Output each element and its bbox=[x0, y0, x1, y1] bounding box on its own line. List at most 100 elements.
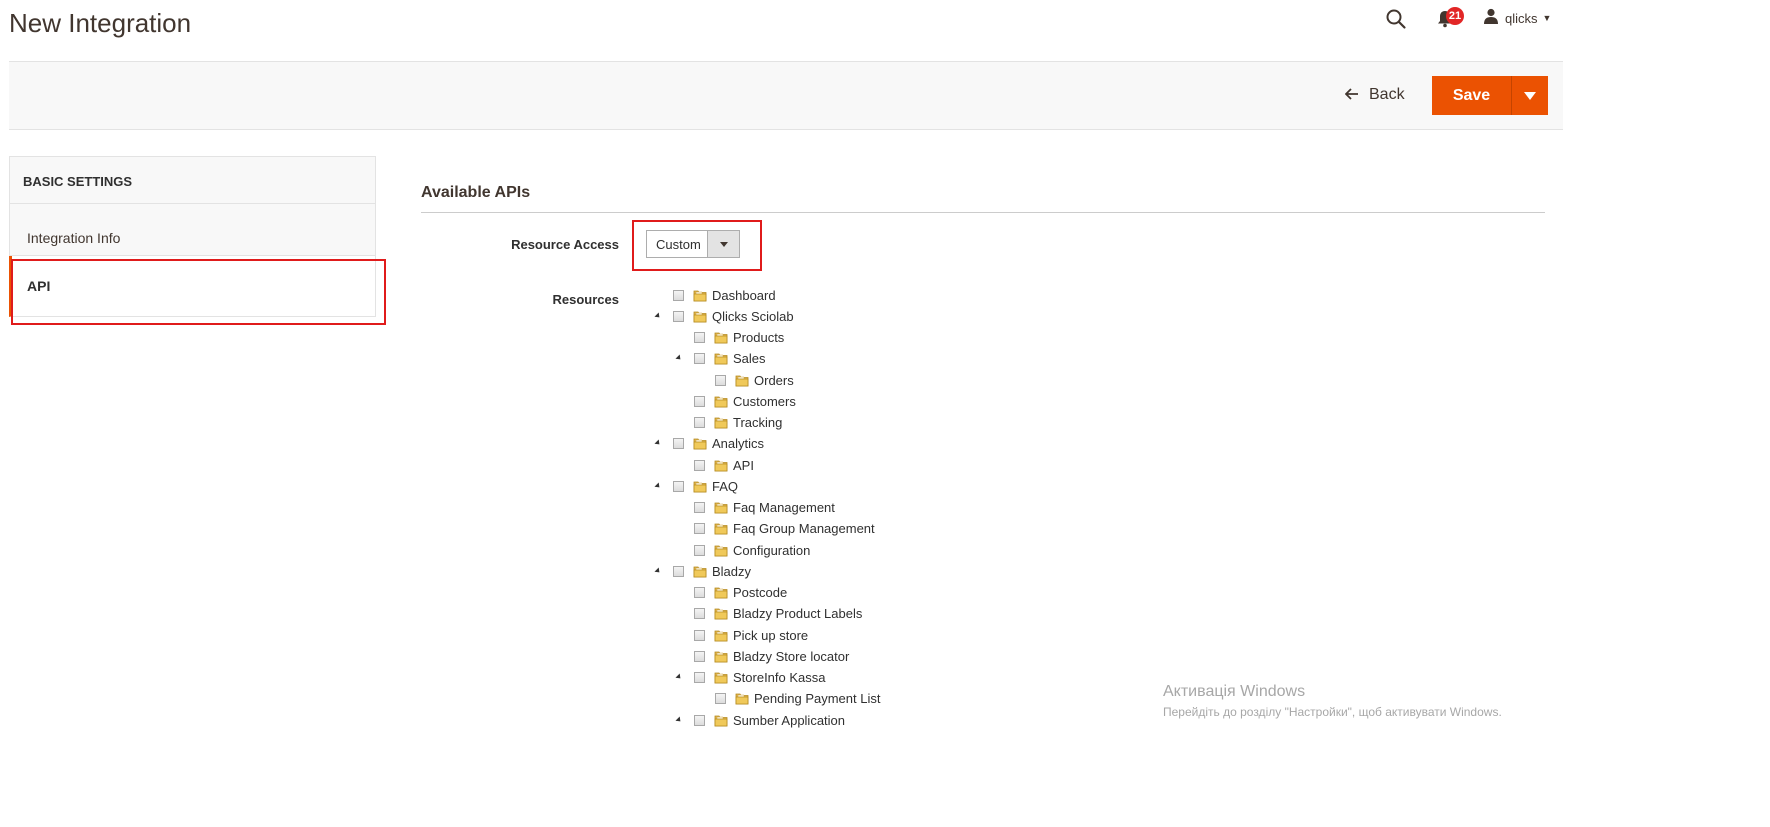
tree-node: Customers bbox=[694, 391, 796, 412]
tree-node-checkbox[interactable] bbox=[673, 311, 684, 322]
tree-node-label[interactable]: StoreInfo Kassa bbox=[733, 670, 826, 685]
tree-node: Pending Payment List bbox=[715, 688, 880, 709]
back-button-label: Back bbox=[1369, 86, 1405, 103]
folder-icon bbox=[714, 352, 728, 365]
tree-node: Analytics bbox=[673, 433, 764, 454]
tree-node-checkbox[interactable] bbox=[673, 566, 684, 577]
tree-node-label[interactable]: Customers bbox=[733, 394, 796, 409]
tree-node-label[interactable]: Sumber Application bbox=[733, 713, 845, 728]
tree-node-checkbox[interactable] bbox=[694, 523, 705, 534]
triangle-down-icon bbox=[1524, 91, 1536, 100]
watermark-subtitle: Перейдіть до розділу "Настройки", щоб ак… bbox=[1163, 705, 1502, 719]
tree-node-label[interactable]: Bladzy bbox=[712, 564, 751, 579]
tree-node-label[interactable]: Orders bbox=[754, 373, 794, 388]
tab-integration-info[interactable]: Integration Info bbox=[9, 204, 376, 256]
back-button[interactable]: Back bbox=[1344, 85, 1405, 105]
save-split-button: Save bbox=[1432, 76, 1548, 115]
tree-node: Orders bbox=[715, 370, 794, 391]
folder-icon bbox=[693, 480, 707, 493]
tree-node-label[interactable]: Postcode bbox=[733, 585, 787, 600]
tree-node-checkbox[interactable] bbox=[694, 587, 705, 598]
tree-node: Dashboard bbox=[673, 285, 776, 306]
tree-node-label[interactable]: Faq Management bbox=[733, 500, 835, 515]
folder-icon bbox=[714, 501, 728, 514]
tree-node-label[interactable]: API bbox=[733, 458, 754, 473]
tree-node-checkbox[interactable] bbox=[694, 545, 705, 556]
folder-icon bbox=[714, 416, 728, 429]
arrow-left-icon bbox=[1344, 85, 1359, 105]
tree-node: Qlicks Sciolab bbox=[673, 306, 794, 327]
resources-label: Resources bbox=[552, 292, 619, 307]
triangle-down-icon bbox=[719, 241, 728, 247]
folder-icon bbox=[714, 714, 728, 727]
tree-node: Bladzy bbox=[673, 561, 751, 582]
resource-access-value: Custom bbox=[656, 237, 701, 252]
tree-node: Sumber Application bbox=[694, 710, 845, 731]
tree-node-label[interactable]: Analytics bbox=[712, 436, 764, 451]
tree-node-label[interactable]: Configuration bbox=[733, 543, 810, 558]
tree-node-checkbox[interactable] bbox=[694, 715, 705, 726]
tree-expand-toggle-icon[interactable] bbox=[675, 354, 683, 362]
tree-node-checkbox[interactable] bbox=[715, 375, 726, 386]
tree-node: Bladzy Store locator bbox=[694, 646, 849, 667]
tree-expand-toggle-icon[interactable] bbox=[654, 439, 662, 447]
folder-icon bbox=[714, 629, 728, 642]
section-divider bbox=[421, 212, 1545, 213]
tree-node-label[interactable]: Sales bbox=[733, 351, 766, 366]
tree-node-checkbox[interactable] bbox=[694, 630, 705, 641]
tree-node-checkbox[interactable] bbox=[694, 332, 705, 343]
tree-node-checkbox[interactable] bbox=[673, 290, 684, 301]
tree-expand-toggle-icon[interactable] bbox=[654, 312, 662, 320]
tree-node-label[interactable]: FAQ bbox=[712, 479, 738, 494]
folder-icon bbox=[714, 607, 728, 620]
user-name: qlicks bbox=[1505, 10, 1538, 26]
tree-expand-toggle-icon[interactable] bbox=[675, 673, 683, 681]
windows-activation-watermark: Активація Windows Перейдіть до розділу "… bbox=[1163, 683, 1502, 719]
tree-node-label[interactable]: Tracking bbox=[733, 415, 782, 430]
tree-node-checkbox[interactable] bbox=[694, 460, 705, 471]
tree-node: API bbox=[694, 455, 754, 476]
tree-node-checkbox[interactable] bbox=[715, 693, 726, 704]
watermark-title: Активація Windows bbox=[1163, 683, 1306, 700]
tree-node-checkbox[interactable] bbox=[694, 502, 705, 513]
tree-node-checkbox[interactable] bbox=[694, 353, 705, 364]
tree-node: StoreInfo Kassa bbox=[694, 667, 826, 688]
tree-expand-toggle-icon[interactable] bbox=[675, 716, 683, 724]
folder-icon bbox=[693, 565, 707, 578]
tree-node: Postcode bbox=[694, 582, 787, 603]
tab-api[interactable]: API bbox=[9, 256, 376, 317]
tree-node-checkbox[interactable] bbox=[673, 438, 684, 449]
tree-expand-toggle-icon[interactable] bbox=[654, 482, 662, 490]
tree-expand-toggle-icon[interactable] bbox=[654, 567, 662, 575]
tree-node-label[interactable]: Pending Payment List bbox=[754, 691, 880, 706]
tree-node-checkbox[interactable] bbox=[694, 608, 705, 619]
tree-node: Tracking bbox=[694, 412, 782, 433]
tree-node-checkbox[interactable] bbox=[694, 651, 705, 662]
tree-node-label[interactable]: Products bbox=[733, 330, 784, 345]
folder-icon bbox=[693, 289, 707, 302]
folder-icon bbox=[735, 374, 749, 387]
save-options-toggle[interactable] bbox=[1512, 76, 1548, 115]
tree-node: Pick up store bbox=[694, 625, 808, 646]
page-actions-bar: Back Save bbox=[9, 61, 1563, 130]
tree-node-label[interactable]: Bladzy Store locator bbox=[733, 649, 849, 664]
resource-access-select[interactable]: Custom bbox=[646, 230, 740, 258]
tree-node-checkbox[interactable] bbox=[694, 417, 705, 428]
tree-node: Faq Management bbox=[694, 497, 835, 518]
folder-icon bbox=[714, 544, 728, 557]
tree-node-checkbox[interactable] bbox=[694, 672, 705, 683]
tree-node-label[interactable]: Dashboard bbox=[712, 288, 776, 303]
tree-node-label[interactable]: Faq Group Management bbox=[733, 521, 875, 536]
tree-node-checkbox[interactable] bbox=[673, 481, 684, 492]
save-button[interactable]: Save bbox=[1432, 76, 1512, 115]
sidebar-tabs: BASIC SETTINGS Integration Info API bbox=[9, 156, 376, 317]
notifications-count-badge[interactable]: 21 bbox=[1446, 7, 1464, 25]
tree-node-label[interactable]: Qlicks Sciolab bbox=[712, 309, 794, 324]
tree-node-label[interactable]: Pick up store bbox=[733, 628, 808, 643]
tree-node-label[interactable]: Bladzy Product Labels bbox=[733, 606, 862, 621]
resource-access-label: Resource Access bbox=[511, 237, 619, 252]
user-account-menu[interactable]: qlicks ▼ bbox=[1483, 8, 1551, 28]
search-icon[interactable] bbox=[1385, 8, 1407, 30]
tree-node-checkbox[interactable] bbox=[694, 396, 705, 407]
folder-icon bbox=[714, 586, 728, 599]
